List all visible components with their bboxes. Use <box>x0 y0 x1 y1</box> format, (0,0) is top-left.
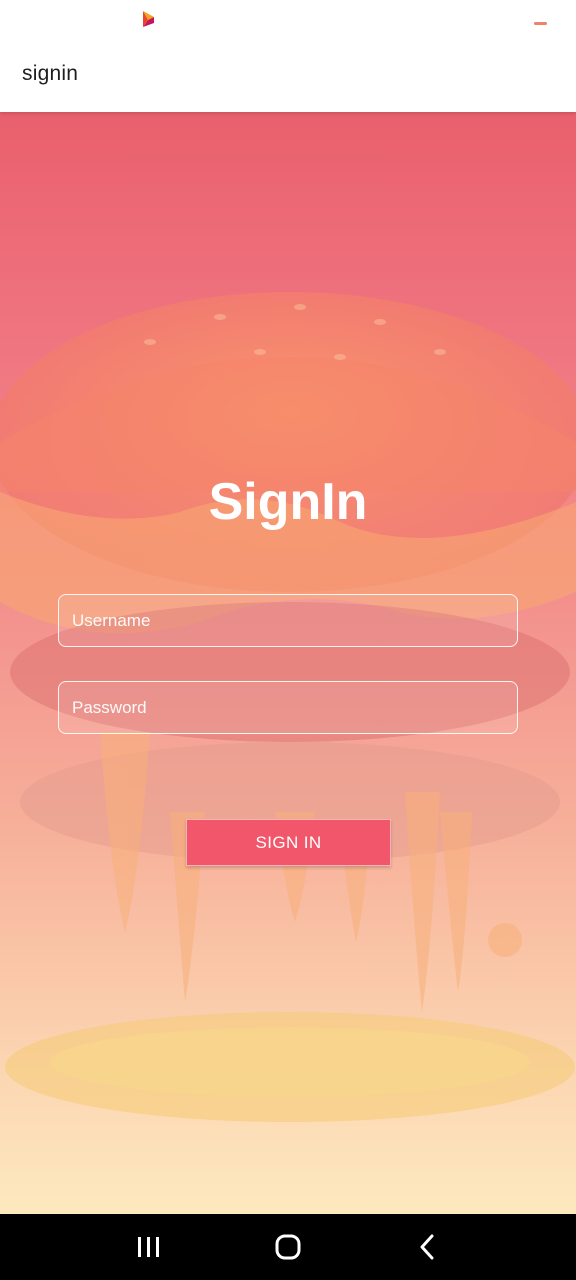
recents-icon <box>138 1237 159 1257</box>
signin-button[interactable]: SIGN IN <box>186 819 391 866</box>
status-bar <box>0 0 576 44</box>
signin-heading: SignIn <box>208 473 368 531</box>
password-field[interactable] <box>58 681 518 734</box>
back-button[interactable] <box>387 1214 467 1280</box>
page-title: signin <box>22 62 79 85</box>
app-bar: signin <box>0 44 576 112</box>
signin-screen: SignIn SIGN IN <box>0 112 576 1214</box>
home-button[interactable] <box>248 1214 328 1280</box>
status-indicator <box>534 22 547 25</box>
home-icon <box>275 1234 301 1260</box>
password-input[interactable] <box>59 682 517 733</box>
username-input[interactable] <box>59 595 517 646</box>
back-icon <box>420 1234 434 1260</box>
recents-button[interactable] <box>109 1214 189 1280</box>
username-field[interactable] <box>58 594 518 647</box>
system-nav-bar <box>0 1214 576 1280</box>
app-logo-icon <box>143 11 154 27</box>
burger-background-image <box>0 292 576 1122</box>
